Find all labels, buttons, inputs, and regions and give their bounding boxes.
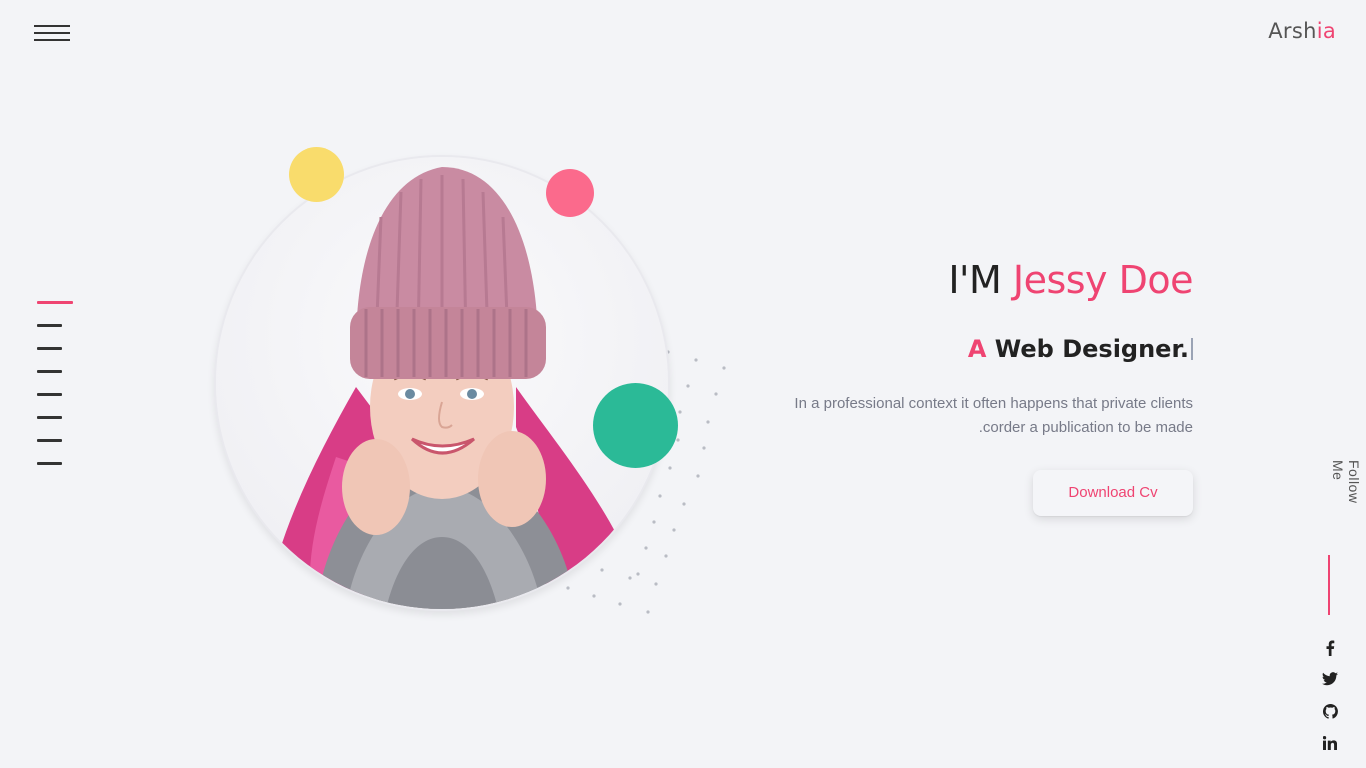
brand-logo[interactable]: Arshia bbox=[1268, 19, 1336, 43]
social-links bbox=[1319, 637, 1341, 768]
side-nav-item[interactable] bbox=[37, 324, 62, 327]
role-heading: A Web Designer. bbox=[713, 332, 1193, 366]
greeting: I'M bbox=[948, 258, 1013, 302]
decor-circle-yellow bbox=[289, 147, 344, 202]
linkedin-icon[interactable] bbox=[1319, 736, 1341, 758]
side-nav-item[interactable] bbox=[37, 462, 62, 465]
intro-heading: I'M Jessy Doe bbox=[713, 250, 1193, 310]
side-nav-item[interactable] bbox=[37, 416, 62, 419]
portrait-circle bbox=[214, 155, 670, 611]
description-line-2: .corder a publication to be made bbox=[978, 419, 1193, 436]
download-cv-button[interactable]: Download Cv bbox=[1033, 470, 1193, 516]
role-text: Web Designer. bbox=[986, 335, 1189, 363]
side-nav-item-active[interactable] bbox=[37, 301, 73, 304]
side-nav-item[interactable] bbox=[37, 393, 62, 396]
brand-prefix: Arsh bbox=[1268, 19, 1317, 43]
twitter-icon[interactable] bbox=[1319, 672, 1341, 694]
intro-description: In a professional context it often happe… bbox=[713, 392, 1193, 440]
decor-circle-green bbox=[593, 383, 678, 468]
side-nav-item[interactable] bbox=[37, 347, 62, 350]
description-line-1: In a professional context it often happe… bbox=[794, 395, 1193, 412]
typing-cursor bbox=[1191, 338, 1193, 360]
portrait-illustration bbox=[216, 157, 668, 609]
side-nav-item[interactable] bbox=[37, 370, 62, 373]
side-nav bbox=[37, 301, 77, 485]
person-name: Jessy Doe bbox=[1012, 258, 1194, 302]
menu-line bbox=[34, 39, 70, 41]
follow-me-label: Follow Me bbox=[1330, 460, 1362, 504]
menu-button[interactable] bbox=[34, 23, 70, 45]
menu-line bbox=[34, 32, 70, 34]
side-nav-item[interactable] bbox=[37, 439, 62, 442]
hero-portrait bbox=[214, 155, 670, 611]
role-prefix: A bbox=[967, 335, 987, 363]
decor-circle-pink bbox=[546, 169, 594, 217]
github-icon[interactable] bbox=[1319, 704, 1341, 726]
brand-accent: ia bbox=[1316, 19, 1336, 43]
follow-me-divider bbox=[1328, 555, 1330, 615]
menu-line bbox=[34, 25, 70, 27]
intro-section: I'M Jessy Doe A Web Designer. In a profe… bbox=[713, 250, 1194, 516]
facebook-icon[interactable] bbox=[1319, 640, 1341, 662]
